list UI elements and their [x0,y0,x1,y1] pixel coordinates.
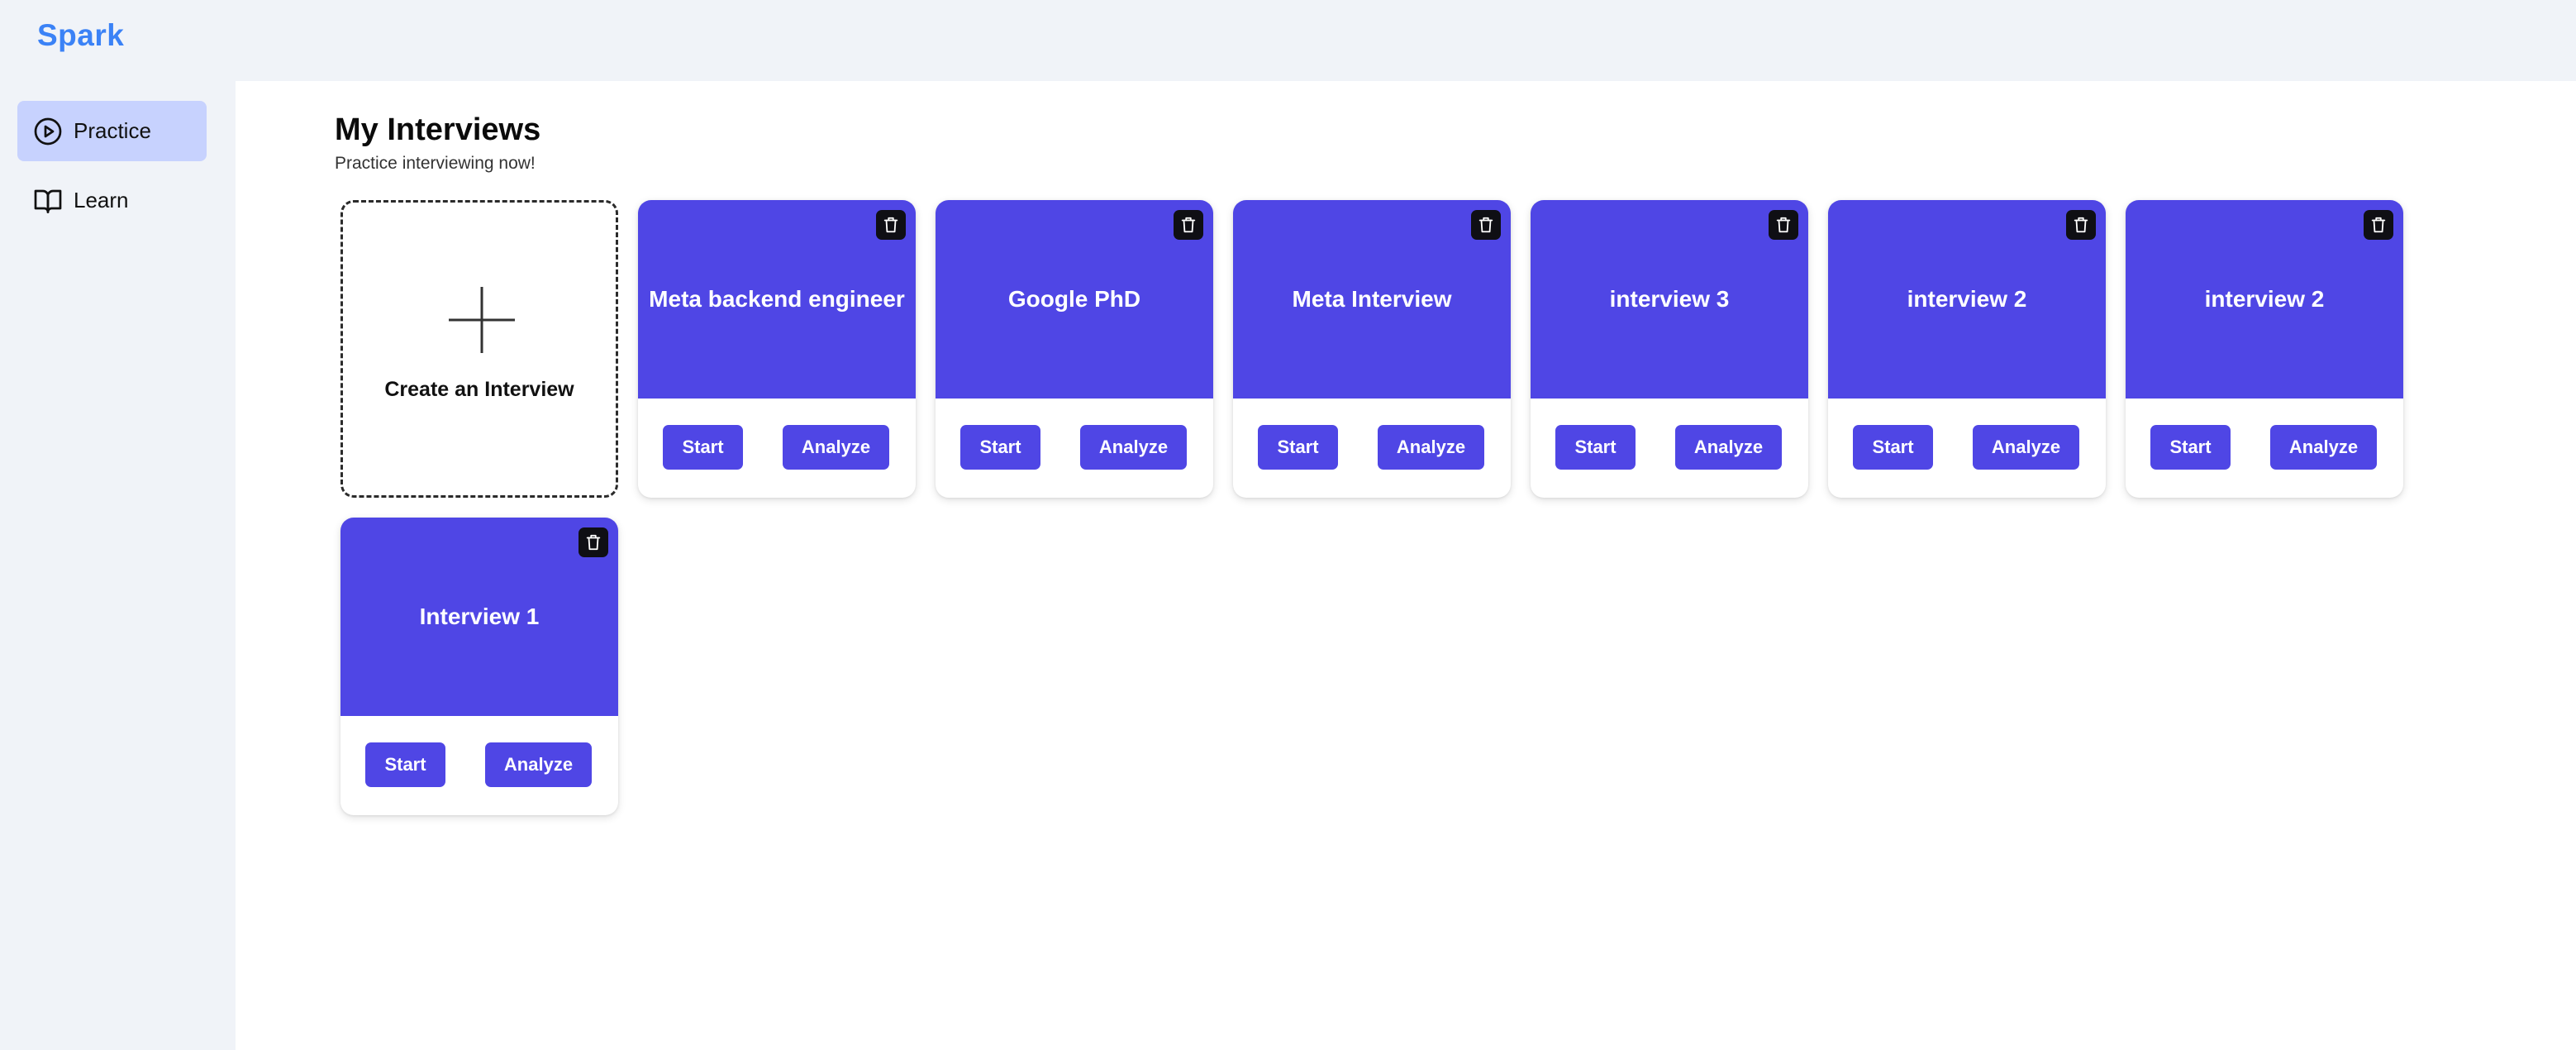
start-button[interactable]: Start [663,425,743,470]
sidebar-item-label: Practice [74,118,151,143]
analyze-button[interactable]: Analyze [1675,425,1782,470]
start-button[interactable]: Start [1853,425,1933,470]
interview-card-header: Meta Interview [1233,200,1511,399]
analyze-button[interactable]: Analyze [1378,425,1484,470]
interview-title: Meta backend engineer [649,286,905,312]
interview-title: interview 3 [1609,286,1730,312]
interview-card: Meta Interview Start Analyze [1233,200,1511,498]
analyze-button[interactable]: Analyze [2270,425,2377,470]
interview-card: interview 2 Start Analyze [1828,200,2106,498]
delete-interview-button[interactable] [1471,210,1501,240]
interview-card-header: interview 3 [1531,200,1808,399]
interview-title: interview 2 [2204,286,2325,312]
trash-icon [1776,217,1791,233]
trash-icon [1181,217,1196,233]
interview-card: Meta backend engineer Start Analyze [638,200,916,498]
interview-title: Meta Interview [1292,286,1452,312]
create-interview-label: Create an Interview [384,378,574,401]
delete-interview-button[interactable] [1174,210,1203,240]
trash-icon [2074,217,2088,233]
interview-card-header: Google PhD [936,200,1213,399]
sidebar-item-learn[interactable]: Learn [17,170,207,231]
interview-card-header: Interview 1 [340,518,618,716]
trash-icon [586,534,601,551]
start-button[interactable]: Start [365,742,445,787]
interview-card: interview 3 Start Analyze [1531,200,1808,498]
interview-grid: Create an Interview Meta backend enginee… [236,81,2576,1050]
interview-card: Google PhD Start Analyze [936,200,1213,498]
interview-title: Google PhD [1007,286,1141,312]
sidebar-item-label: Learn [74,188,129,212]
book-open-icon [32,185,64,217]
play-circle-icon [32,116,64,147]
delete-interview-button[interactable] [2364,210,2393,240]
delete-interview-button[interactable] [876,210,906,240]
app-logo[interactable]: Spark [37,18,124,53]
interview-card-header: interview 2 [1828,200,2106,399]
plus-icon [447,285,517,355]
start-button[interactable]: Start [1258,425,1338,470]
sidebar-item-practice[interactable]: Practice [17,101,207,161]
interview-card-header: Meta backend engineer [638,200,916,399]
start-button[interactable]: Start [960,425,1040,470]
interview-card-header: interview 2 [2126,200,2403,399]
create-interview-card[interactable]: Create an Interview [340,200,618,498]
analyze-button[interactable]: Analyze [485,742,592,787]
delete-interview-button[interactable] [1769,210,1798,240]
trash-icon [2371,217,2386,233]
trash-icon [1478,217,1493,233]
analyze-button[interactable]: Analyze [1080,425,1187,470]
main-content: My Interviews Practice interviewing now!… [236,81,2576,1050]
analyze-button[interactable]: Analyze [783,425,889,470]
sidebar: Practice Learn [0,81,236,1050]
analyze-button[interactable]: Analyze [1973,425,2079,470]
interview-title: interview 2 [1907,286,2027,312]
interview-card: Interview 1 Start Analyze [340,518,618,815]
start-button[interactable]: Start [2150,425,2231,470]
delete-interview-button[interactable] [2066,210,2096,240]
trash-icon [883,217,898,233]
interview-card: interview 2 Start Analyze [2126,200,2403,498]
start-button[interactable]: Start [1555,425,1636,470]
interview-title: Interview 1 [419,604,540,629]
delete-interview-button[interactable] [579,527,608,557]
